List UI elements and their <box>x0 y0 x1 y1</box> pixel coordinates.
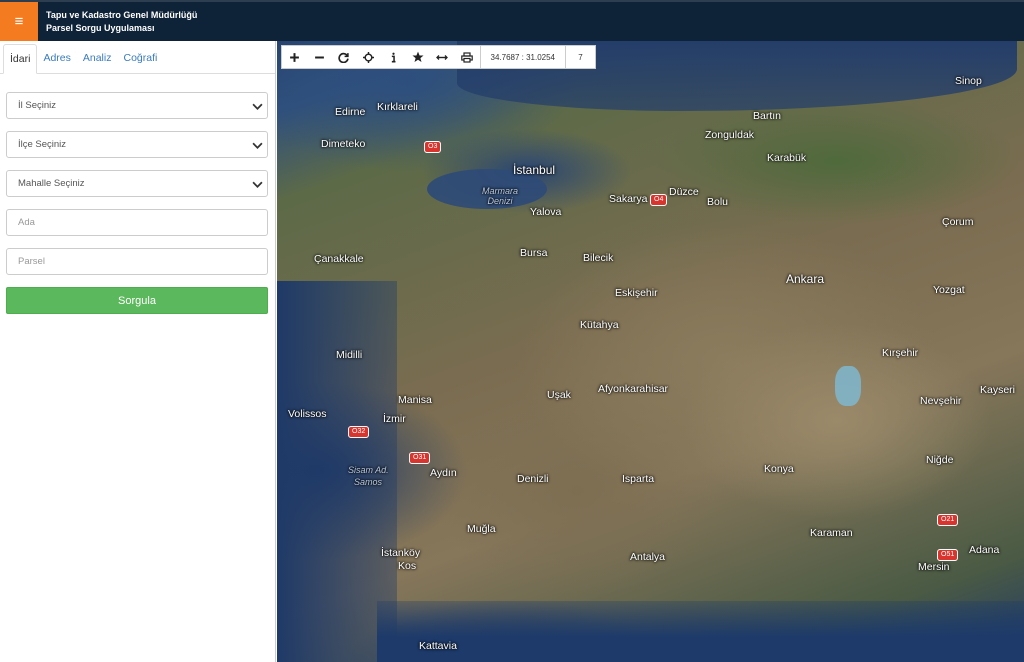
map-label: Kırklareli <box>377 101 418 113</box>
road-shield: O51 <box>937 549 959 561</box>
map-label: Kattavia <box>419 640 457 652</box>
map-label: Bolu <box>707 196 729 208</box>
map-label: Karaman <box>810 527 853 539</box>
map-label: Bartın <box>753 110 782 122</box>
road-shield: O21 <box>937 514 959 526</box>
ilce-select-value: İlçe Seçiniz <box>18 139 67 150</box>
map-label: Niğde <box>926 454 954 466</box>
ilce-select[interactable]: İlçe Seçiniz <box>6 131 268 158</box>
map-label: Mersin <box>918 561 950 573</box>
road-shield: O3 <box>424 141 442 153</box>
map-label: Denizli <box>517 473 549 485</box>
map-label: Düzce <box>669 186 699 198</box>
parsel-input[interactable]: Parsel <box>6 248 268 275</box>
map-label: İstanköy <box>381 547 421 559</box>
map-label: Yozgat <box>933 284 965 296</box>
map-toolbar: 34.7687 : 31.0254 7 <box>281 45 597 69</box>
map-label: Volissos <box>288 408 327 420</box>
tab-idari[interactable]: İdari <box>3 44 38 74</box>
menu-icon[interactable]: ≡ <box>0 2 38 41</box>
locate-icon[interactable] <box>356 46 381 68</box>
map-label: Antalya <box>630 551 666 563</box>
il-select-value: İl Seçiniz <box>18 100 57 111</box>
map-label: Manisa <box>398 394 432 406</box>
zoom-in-icon[interactable] <box>282 46 307 68</box>
app-title: Tapu ve Kadastro Genel Müdürlüğü Parsel … <box>46 9 197 35</box>
map-label: Uşak <box>547 389 571 401</box>
sorgula-button[interactable]: Sorgula <box>6 287 268 314</box>
map-label: Marmara Denizi <box>481 186 518 206</box>
tab-bar: İdari Adres Analiz Coğrafi <box>0 41 275 74</box>
map-label: Edirne <box>335 106 366 118</box>
map-label: İzmir <box>383 413 406 425</box>
map-label: Bilecik <box>583 252 614 264</box>
il-select[interactable]: İl Seçiniz <box>6 92 268 119</box>
map-label: Nevşehir <box>920 395 962 407</box>
map-label: Sinop <box>955 75 982 87</box>
map-label: Zonguldak <box>705 129 755 141</box>
query-form: İl Seçiniz İlçe Seçiniz Mahalle Seçiniz … <box>0 74 275 314</box>
title-line-2: Parsel Sorgu Uygulaması <box>46 23 155 33</box>
refresh-icon[interactable] <box>331 46 356 68</box>
map-canvas[interactable]: Sinop Bartın Zonguldak Karabük Edirne Kı… <box>277 41 1024 662</box>
map-label: Adana <box>969 544 1000 556</box>
map-label: Afyonkarahisar <box>598 383 669 395</box>
app-header: ≡ Tapu ve Kadastro Genel Müdürlüğü Parse… <box>0 0 1024 41</box>
coordinate-display: 34.7687 : 31.0254 <box>479 46 566 68</box>
chevron-down-icon <box>252 103 263 110</box>
map-label: İstanbul <box>513 163 556 177</box>
map-label: Ankara <box>786 272 825 286</box>
map-label: Muğla <box>467 523 496 535</box>
sidebar: İdari Adres Analiz Coğrafi İl Seçiniz İl… <box>0 41 276 662</box>
star-icon[interactable] <box>405 46 430 68</box>
map-label: Karabük <box>767 152 807 164</box>
map-label: Kos <box>398 560 417 572</box>
chevron-down-icon <box>252 181 263 188</box>
map-label: Midilli <box>336 349 363 361</box>
map-label: Dimeteko <box>321 138 366 150</box>
map-label: Sisam Ad. <box>348 465 389 475</box>
road-shield: O32 <box>348 426 370 438</box>
info-icon[interactable] <box>381 46 406 68</box>
map-label: Aydın <box>430 467 457 479</box>
print-icon[interactable] <box>455 46 480 68</box>
measure-icon[interactable] <box>430 46 455 68</box>
tab-cografi[interactable]: Coğrafi <box>117 44 163 74</box>
road-shield: O31 <box>409 452 431 464</box>
map-label: Sakarya <box>609 193 648 205</box>
road-shield: O4 <box>650 194 668 206</box>
tuz-lake <box>835 366 861 406</box>
mediterranean-sea <box>377 601 1024 662</box>
zoom-level: 7 <box>565 46 595 68</box>
tab-adres[interactable]: Adres <box>37 44 76 74</box>
map-label: Kırşehir <box>882 347 919 359</box>
map-label: Kütahya <box>580 319 619 331</box>
mahalle-select-value: Mahalle Seçiniz <box>18 178 85 189</box>
ada-input[interactable]: Ada <box>6 209 268 236</box>
map-label: Eskişehir <box>615 287 658 299</box>
mahalle-select[interactable]: Mahalle Seçiniz <box>6 170 268 197</box>
map-label: Bursa <box>520 247 548 259</box>
map-label: Çanakkale <box>314 253 364 265</box>
chevron-down-icon <box>252 142 263 149</box>
map-label: Yalova <box>530 206 562 218</box>
zoom-out-icon[interactable] <box>307 46 332 68</box>
map-label: Konya <box>764 463 794 475</box>
map-label: Samos <box>354 477 383 487</box>
title-line-1: Tapu ve Kadastro Genel Müdürlüğü <box>46 10 198 20</box>
map-label: Isparta <box>622 473 655 485</box>
map-label: Çorum <box>942 216 974 228</box>
tab-analiz[interactable]: Analiz <box>77 44 118 74</box>
map-label: Kayseri <box>980 384 1016 396</box>
